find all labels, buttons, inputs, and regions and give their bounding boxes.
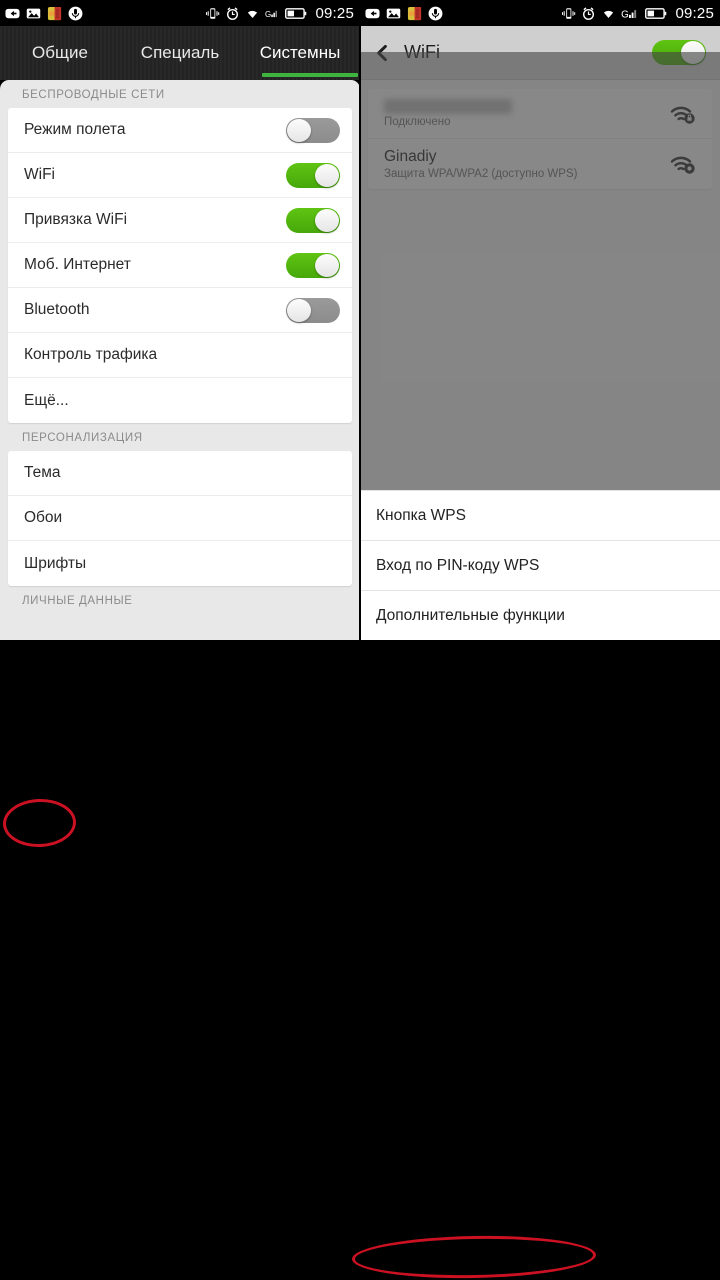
row-label: Тема <box>24 464 61 481</box>
network-info: Ginadiy Защита WPA/WPA2 (доступно WPS) <box>384 148 577 180</box>
row-wifi[interactable]: WiFi <box>8 153 352 198</box>
network-status: Защита WPA/WPA2 (доступно WPS) <box>384 168 578 180</box>
row-fonts[interactable]: Шрифты <box>8 541 352 586</box>
alarm-icon <box>583 6 595 20</box>
tab-sistemnye[interactable]: Системны <box>240 26 360 80</box>
row-label: Моб. Интернет <box>24 256 131 273</box>
toggle-wifi-master[interactable] <box>652 40 706 65</box>
vibrate-icon <box>206 7 220 19</box>
battery-icon <box>285 7 307 19</box>
toggle-wifi-tethering[interactable] <box>286 207 340 233</box>
wifi-network-list: Подключено Ginadiy Защита WPA/WPA2 (дост… <box>368 89 712 189</box>
toggle-airplane-mode[interactable] <box>286 117 340 143</box>
toggle-knob <box>315 163 339 187</box>
photo-notification-icon <box>26 8 41 18</box>
wireless-settings-card: Режим полета WiFi Привязка WiFi Моб. Инт… <box>8 108 352 423</box>
cellular-signal-g-icon: G <box>265 9 278 18</box>
menu-item-additional-functions[interactable]: Дополнительные функции <box>360 590 720 640</box>
toggle-knob <box>287 118 311 142</box>
status-bar-system-icons-right: G 09:25 <box>561 5 714 22</box>
row-label: Bluetooth <box>24 301 90 318</box>
toggle-knob <box>681 41 705 64</box>
menu-item-wps-pin[interactable]: Вход по PIN-коду WPS <box>360 540 720 590</box>
status-bar-right: G 09:25 <box>360 0 720 26</box>
row-theme[interactable]: Тема <box>8 451 352 496</box>
section-header-personal-data: ЛИЧНЫЕ ДАННЫЕ <box>22 595 133 607</box>
row-bluetooth[interactable]: Bluetooth <box>8 288 352 333</box>
microphone-notification-icon <box>428 6 443 20</box>
row-label: Шрифты <box>24 554 87 572</box>
personalization-settings-card: Тема Обои Шрифты <box>8 451 352 586</box>
cellular-signal-g-icon: G <box>622 9 637 20</box>
network-info: Подключено <box>384 99 512 128</box>
row-label: Режим полета <box>24 121 126 138</box>
back-arrow-notification-icon <box>5 8 20 18</box>
row-wallpaper[interactable]: Обои <box>8 496 352 541</box>
left-screen-settings: G 09:25 Общие Специаль Системны БЕСПРОВО… <box>0 0 360 640</box>
row-label: Ещё... <box>24 391 69 409</box>
toggle-knob <box>287 298 311 322</box>
svg-text:G: G <box>265 9 271 18</box>
list-item[interactable]: Ginadiy Защита WPA/WPA2 (доступно WPS) <box>368 139 712 189</box>
microphone-notification-icon <box>68 6 83 20</box>
network-name-hidden <box>384 99 512 114</box>
app-notification-icon <box>407 6 422 20</box>
row-label: WiFi <box>24 166 55 183</box>
section-header-wireless: БЕСПРОВОДНЫЕ СЕТИ <box>22 89 165 101</box>
toggle-knob <box>315 208 339 232</box>
status-bar-system-icons-left: G 09:25 <box>205 5 354 22</box>
wifi-secured-icon <box>670 106 695 124</box>
status-bar-clock: 09:25 <box>675 4 714 22</box>
tab-spetsialnye[interactable]: Специаль <box>120 26 240 80</box>
row-wifi-tethering[interactable]: Привязка WiFi <box>8 198 352 243</box>
network-status: Подключено <box>384 116 451 128</box>
chevron-left-icon[interactable] <box>372 43 392 63</box>
row-traffic-control[interactable]: Контроль трафика <box>8 333 352 378</box>
menu-item-wps-button[interactable]: Кнопка WPS <box>360 490 720 540</box>
settings-list: БЕСПРОВОДНЫЕ СЕТИ Режим полета WiFi Прив… <box>0 80 360 640</box>
battery-icon <box>645 7 667 19</box>
section-header-personalization: ПЕРСОНАЛИЗАЦИЯ <box>22 432 143 444</box>
alarm-icon <box>227 6 239 20</box>
screenshot-divider <box>359 0 361 640</box>
toggle-wifi[interactable] <box>286 162 340 188</box>
highlight-ellipse-additional-functions <box>351 1233 597 1280</box>
row-airplane-mode[interactable]: Режим полета <box>8 108 352 153</box>
wifi-icon <box>604 10 614 18</box>
wifi-page-header: WiFi <box>360 26 720 80</box>
right-screen-wifi: G 09:25 WiFi Подключено Ginadiy Защита W… <box>360 0 720 640</box>
status-bar-notifications-left <box>5 6 83 21</box>
toggle-mobile-internet[interactable] <box>286 252 340 278</box>
wifi-page-title: WiFi <box>404 42 440 62</box>
row-mobile-internet[interactable]: Моб. Интернет <box>8 243 352 288</box>
vibrate-icon <box>562 7 576 19</box>
highlight-ellipse-wifi <box>2 797 77 849</box>
row-label: Привязка WiFi <box>24 211 128 228</box>
photo-notification-icon <box>386 8 401 18</box>
toggle-bluetooth[interactable] <box>286 297 340 323</box>
row-more[interactable]: Ещё... <box>8 378 352 423</box>
toggle-knob <box>315 253 339 277</box>
status-bar-clock: 09:25 <box>315 4 354 22</box>
network-name: Ginadiy <box>384 148 437 165</box>
tab-obshchie[interactable]: Общие <box>0 26 120 80</box>
wifi-icon <box>248 10 258 18</box>
wifi-settings-page: WiFi Подключено Ginadiy Защита WPA/WPA2 … <box>360 26 720 640</box>
app-notification-icon <box>47 6 62 20</box>
svg-text:G: G <box>622 9 630 20</box>
wps-options-menu: Кнопка WPS Вход по PIN-коду WPS Дополнит… <box>360 490 720 640</box>
wifi-secured-icon <box>670 156 695 174</box>
row-label: Обои <box>24 509 63 526</box>
back-arrow-notification-icon <box>365 8 380 18</box>
status-bar-notifications-right <box>365 6 443 21</box>
list-item[interactable]: Подключено <box>368 89 712 139</box>
status-bar-left: G 09:25 <box>0 0 360 26</box>
row-label: Контроль трафика <box>24 346 158 363</box>
settings-tab-bar: Общие Специаль Системны <box>0 26 360 80</box>
